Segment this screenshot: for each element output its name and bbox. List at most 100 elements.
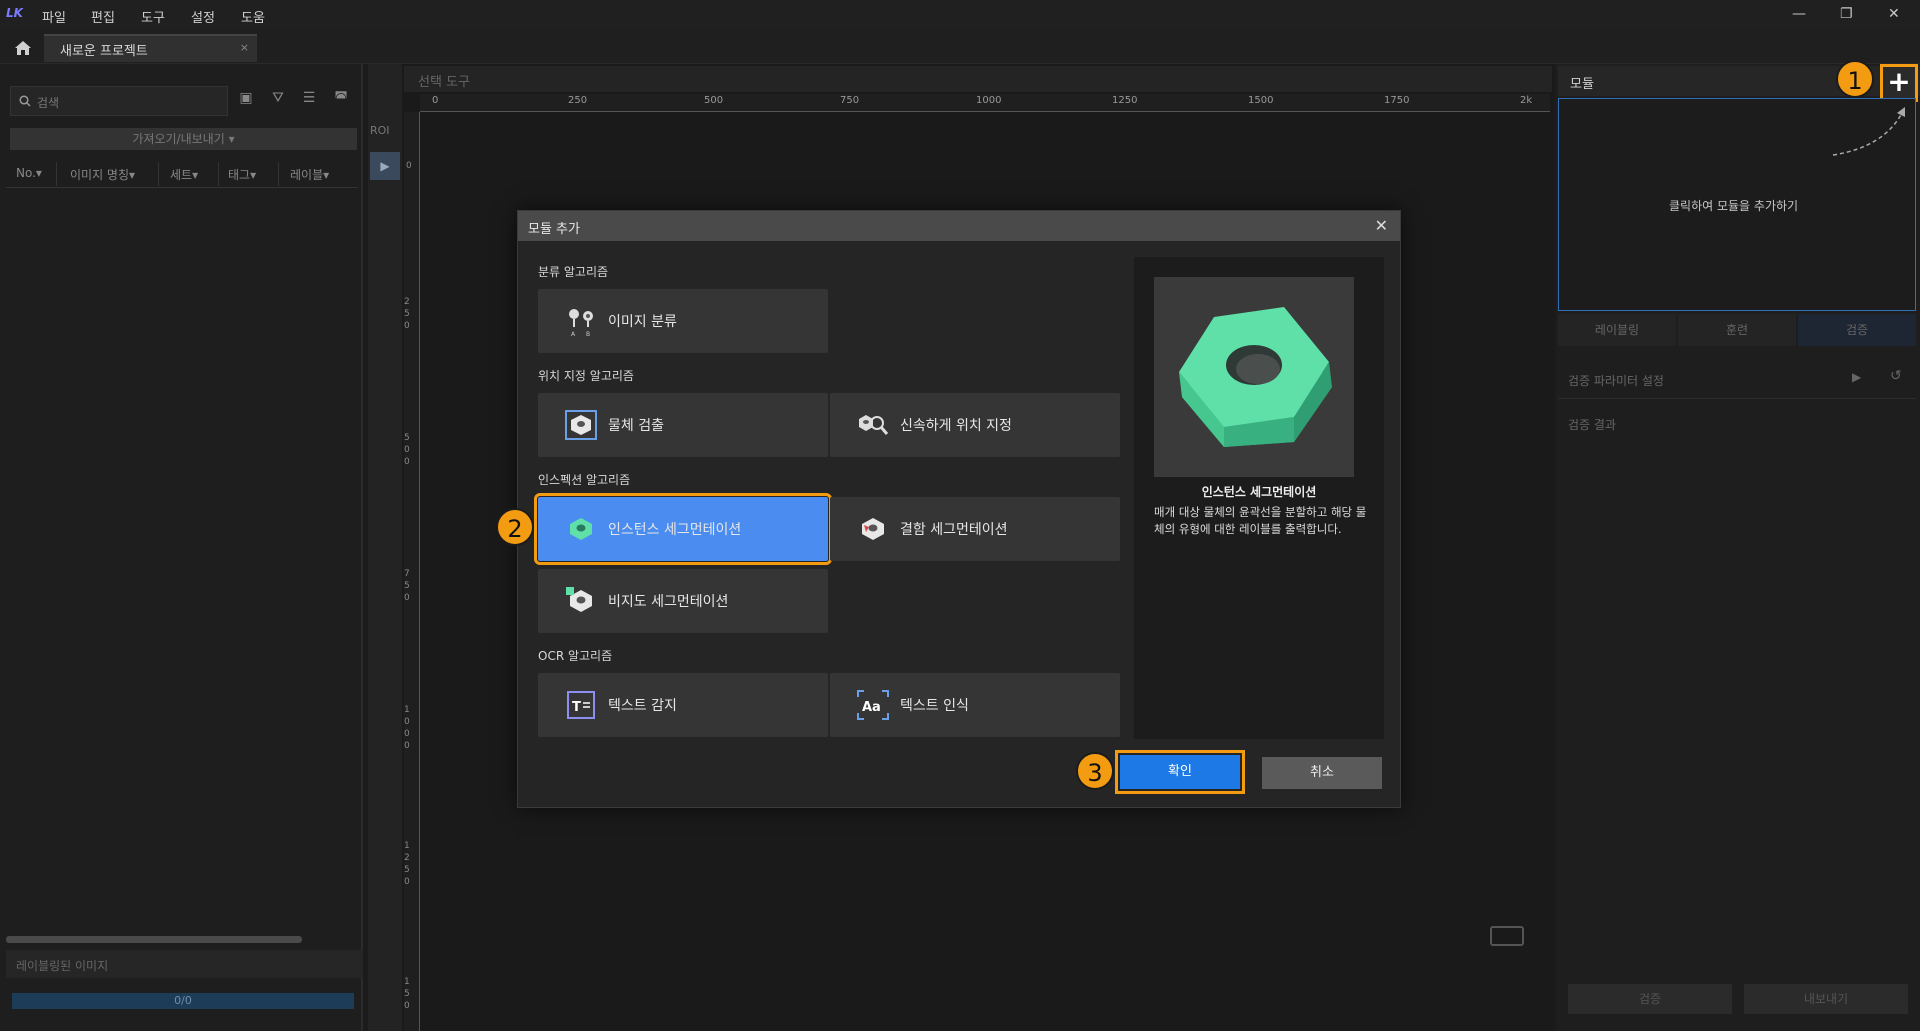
ruler-tick: 500 <box>704 95 724 106</box>
module-label: 텍스트 인식 <box>900 698 969 714</box>
image-add-icon[interactable]: ▣ <box>235 90 257 112</box>
module-drop-area[interactable]: 클릭하여 모듈을 추가하기 <box>1558 98 1916 311</box>
add-module-dialog: 모듈 추가 ✕ 분류 알고리즘 AB 이미지 분류 위치 지정 알고리즘 물체 … <box>517 210 1401 808</box>
labeled-images-label: 레이블링된 이미지 <box>16 959 109 973</box>
ruler-tick: 0 <box>404 717 410 727</box>
menu-help[interactable]: 도움 <box>241 7 265 26</box>
tab-verify[interactable]: 검증 <box>1798 314 1916 346</box>
filter-icon[interactable]: ⛛ <box>267 90 289 112</box>
ruler-tick: 5 <box>404 865 410 875</box>
play-icon[interactable]: ▶ <box>370 152 400 180</box>
module-label: 결함 세그먼테이션 <box>900 522 1008 538</box>
svg-text:B: B <box>586 331 590 337</box>
preview-description: 매개 대상 물체의 윤곽선을 분할하고 해당 물체의 유형에 대한 레이블를 출… <box>1154 505 1367 536</box>
unsupervised-segmentation-icon <box>566 587 592 612</box>
minimize-icon[interactable]: — <box>1792 6 1806 22</box>
ruler-tick: 1 <box>404 705 410 715</box>
dialog-header: 모듈 추가 ✕ <box>518 211 1400 241</box>
close-window-icon[interactable]: ✕ <box>1888 6 1900 22</box>
module-label: 인스턴스 세그먼테이션 <box>608 522 742 538</box>
module-label: 이미지 분류 <box>608 314 677 330</box>
ruler-tick: 7 <box>404 569 410 579</box>
module-preview: 인스턴스 세그먼테이션 매개 대상 물체의 윤곽선을 분할하고 해당 물체의 유… <box>1134 257 1384 739</box>
module-unsupervised-segmentation[interactable]: 비지도 세그먼테이션 <box>538 569 828 633</box>
ruler-tick: 0 <box>404 593 410 603</box>
ruler-tick: 0 <box>406 161 412 171</box>
menu-edit[interactable]: 편집 <box>91 7 115 26</box>
tab-new-project[interactable]: 새로운 프로젝트 × <box>44 34 257 62</box>
section-inspection: 인스펙션 알고리즘 <box>538 473 631 487</box>
ruler-tick: 750 <box>840 95 860 106</box>
ruler-tick: 2k <box>1520 95 1533 106</box>
ruler-tick: 0 <box>404 321 410 331</box>
image-list-panel <box>0 64 363 1031</box>
module-label: 텍스트 감지 <box>608 698 677 714</box>
module-label: 신속하게 위치 지정 <box>900 418 1012 434</box>
ruler-tick: 5 <box>404 433 410 443</box>
magnifier-icon <box>859 415 889 435</box>
col-label[interactable]: 레이블▾ <box>290 166 329 183</box>
menu-file[interactable]: 파일 <box>42 7 66 26</box>
roi-tool[interactable]: ROI <box>370 124 400 146</box>
dialog-close-icon[interactable]: ✕ <box>1375 216 1388 235</box>
ruler-tick: 0 <box>404 1001 410 1011</box>
export-button[interactable]: 내보내기 <box>1744 984 1908 1014</box>
verify-params-label[interactable]: 검증 파라미터 설정 <box>1568 372 1664 389</box>
svg-text:Aa: Aa <box>862 700 881 715</box>
ruler-tick: 2 <box>404 853 410 863</box>
menu-settings[interactable]: 설정 <box>191 7 215 26</box>
import-export-button[interactable]: 가져오기/내보내기 ▾ <box>10 128 357 150</box>
tab-close-icon[interactable]: × <box>240 41 249 54</box>
menu-tools[interactable]: 도구 <box>141 7 165 26</box>
search-input[interactable]: 검색 <box>10 86 228 116</box>
module-text-detection[interactable]: T 텍스트 감지 <box>538 673 828 737</box>
search-placeholder: 검색 <box>37 96 60 110</box>
module-object-detection[interactable]: 물체 검출 <box>538 393 828 457</box>
svg-text:A: A <box>571 331 576 337</box>
module-title: 모듈 <box>1570 77 1594 92</box>
module-image-classification[interactable]: A B 이미지 분류 <box>538 289 828 353</box>
labeled-images-bar: 레이블링된 이미지 <box>6 950 363 978</box>
arrow-hint-icon <box>1832 107 1905 156</box>
module-defect-segmentation[interactable]: 결함 세그먼테이션 <box>830 497 1120 561</box>
cancel-button[interactable]: 취소 <box>1262 757 1382 789</box>
list-view-icon[interactable]: ☰ <box>298 90 320 112</box>
module-instance-segmentation[interactable]: 인스턴스 세그먼테이션 <box>534 493 832 565</box>
right-tab-bar: 레이블링 훈련 검증 <box>1558 314 1916 346</box>
col-image-name[interactable]: 이미지 명칭▾ <box>70 166 135 183</box>
camera-icon[interactable]: ◚ <box>330 90 352 112</box>
col-set[interactable]: 세트▾ <box>170 166 198 183</box>
object-detection-icon <box>565 410 597 440</box>
ruler-tick: 0 <box>404 445 410 455</box>
module-text-recognition[interactable]: Aa 텍스트 인식 <box>830 673 1120 737</box>
horizontal-scrollbar[interactable] <box>6 936 302 943</box>
title-bar <box>0 0 1920 30</box>
ruler-tick: 0 <box>404 877 410 887</box>
preview-title: 인스턴스 세그먼테이션 <box>1201 485 1317 499</box>
add-module-button[interactable]: + <box>1880 64 1918 102</box>
home-icon[interactable] <box>14 40 32 56</box>
module-fast-positioning[interactable]: 신속하게 위치 지정 <box>830 393 1120 457</box>
history-icon[interactable]: ↺ <box>1890 368 1902 384</box>
tab-training[interactable]: 훈련 <box>1678 314 1796 346</box>
col-tag[interactable]: 태그▾ <box>228 166 256 183</box>
ruler-tick: 5 <box>404 989 410 999</box>
ruler-tick: 1000 <box>976 95 1002 106</box>
ruler-tick: 0 <box>404 457 410 467</box>
dialog-title: 모듈 추가 <box>528 222 580 237</box>
expand-icon[interactable]: ▶ <box>1852 370 1861 384</box>
ruler-top: 0 250 500 750 1000 1250 1500 1750 2k <box>420 94 1550 112</box>
restore-icon[interactable]: ❐ <box>1840 6 1853 22</box>
keyboard-icon[interactable] <box>1490 926 1524 946</box>
tab-labeling[interactable]: 레이블링 <box>1558 314 1676 346</box>
ruler-tick: 2 <box>404 297 410 307</box>
ok-button[interactable]: 확인 <box>1115 750 1245 794</box>
col-no[interactable]: No.▾ <box>16 166 42 180</box>
module-label: 비지도 세그먼테이션 <box>608 594 729 610</box>
section-ocr: OCR 알고리즘 <box>538 649 613 663</box>
nut-icon <box>1179 307 1332 447</box>
callout-1: 1 <box>1836 60 1874 98</box>
search-icon <box>19 95 31 107</box>
verify-button[interactable]: 검증 <box>1568 984 1732 1014</box>
callout-3: 3 <box>1076 752 1114 790</box>
